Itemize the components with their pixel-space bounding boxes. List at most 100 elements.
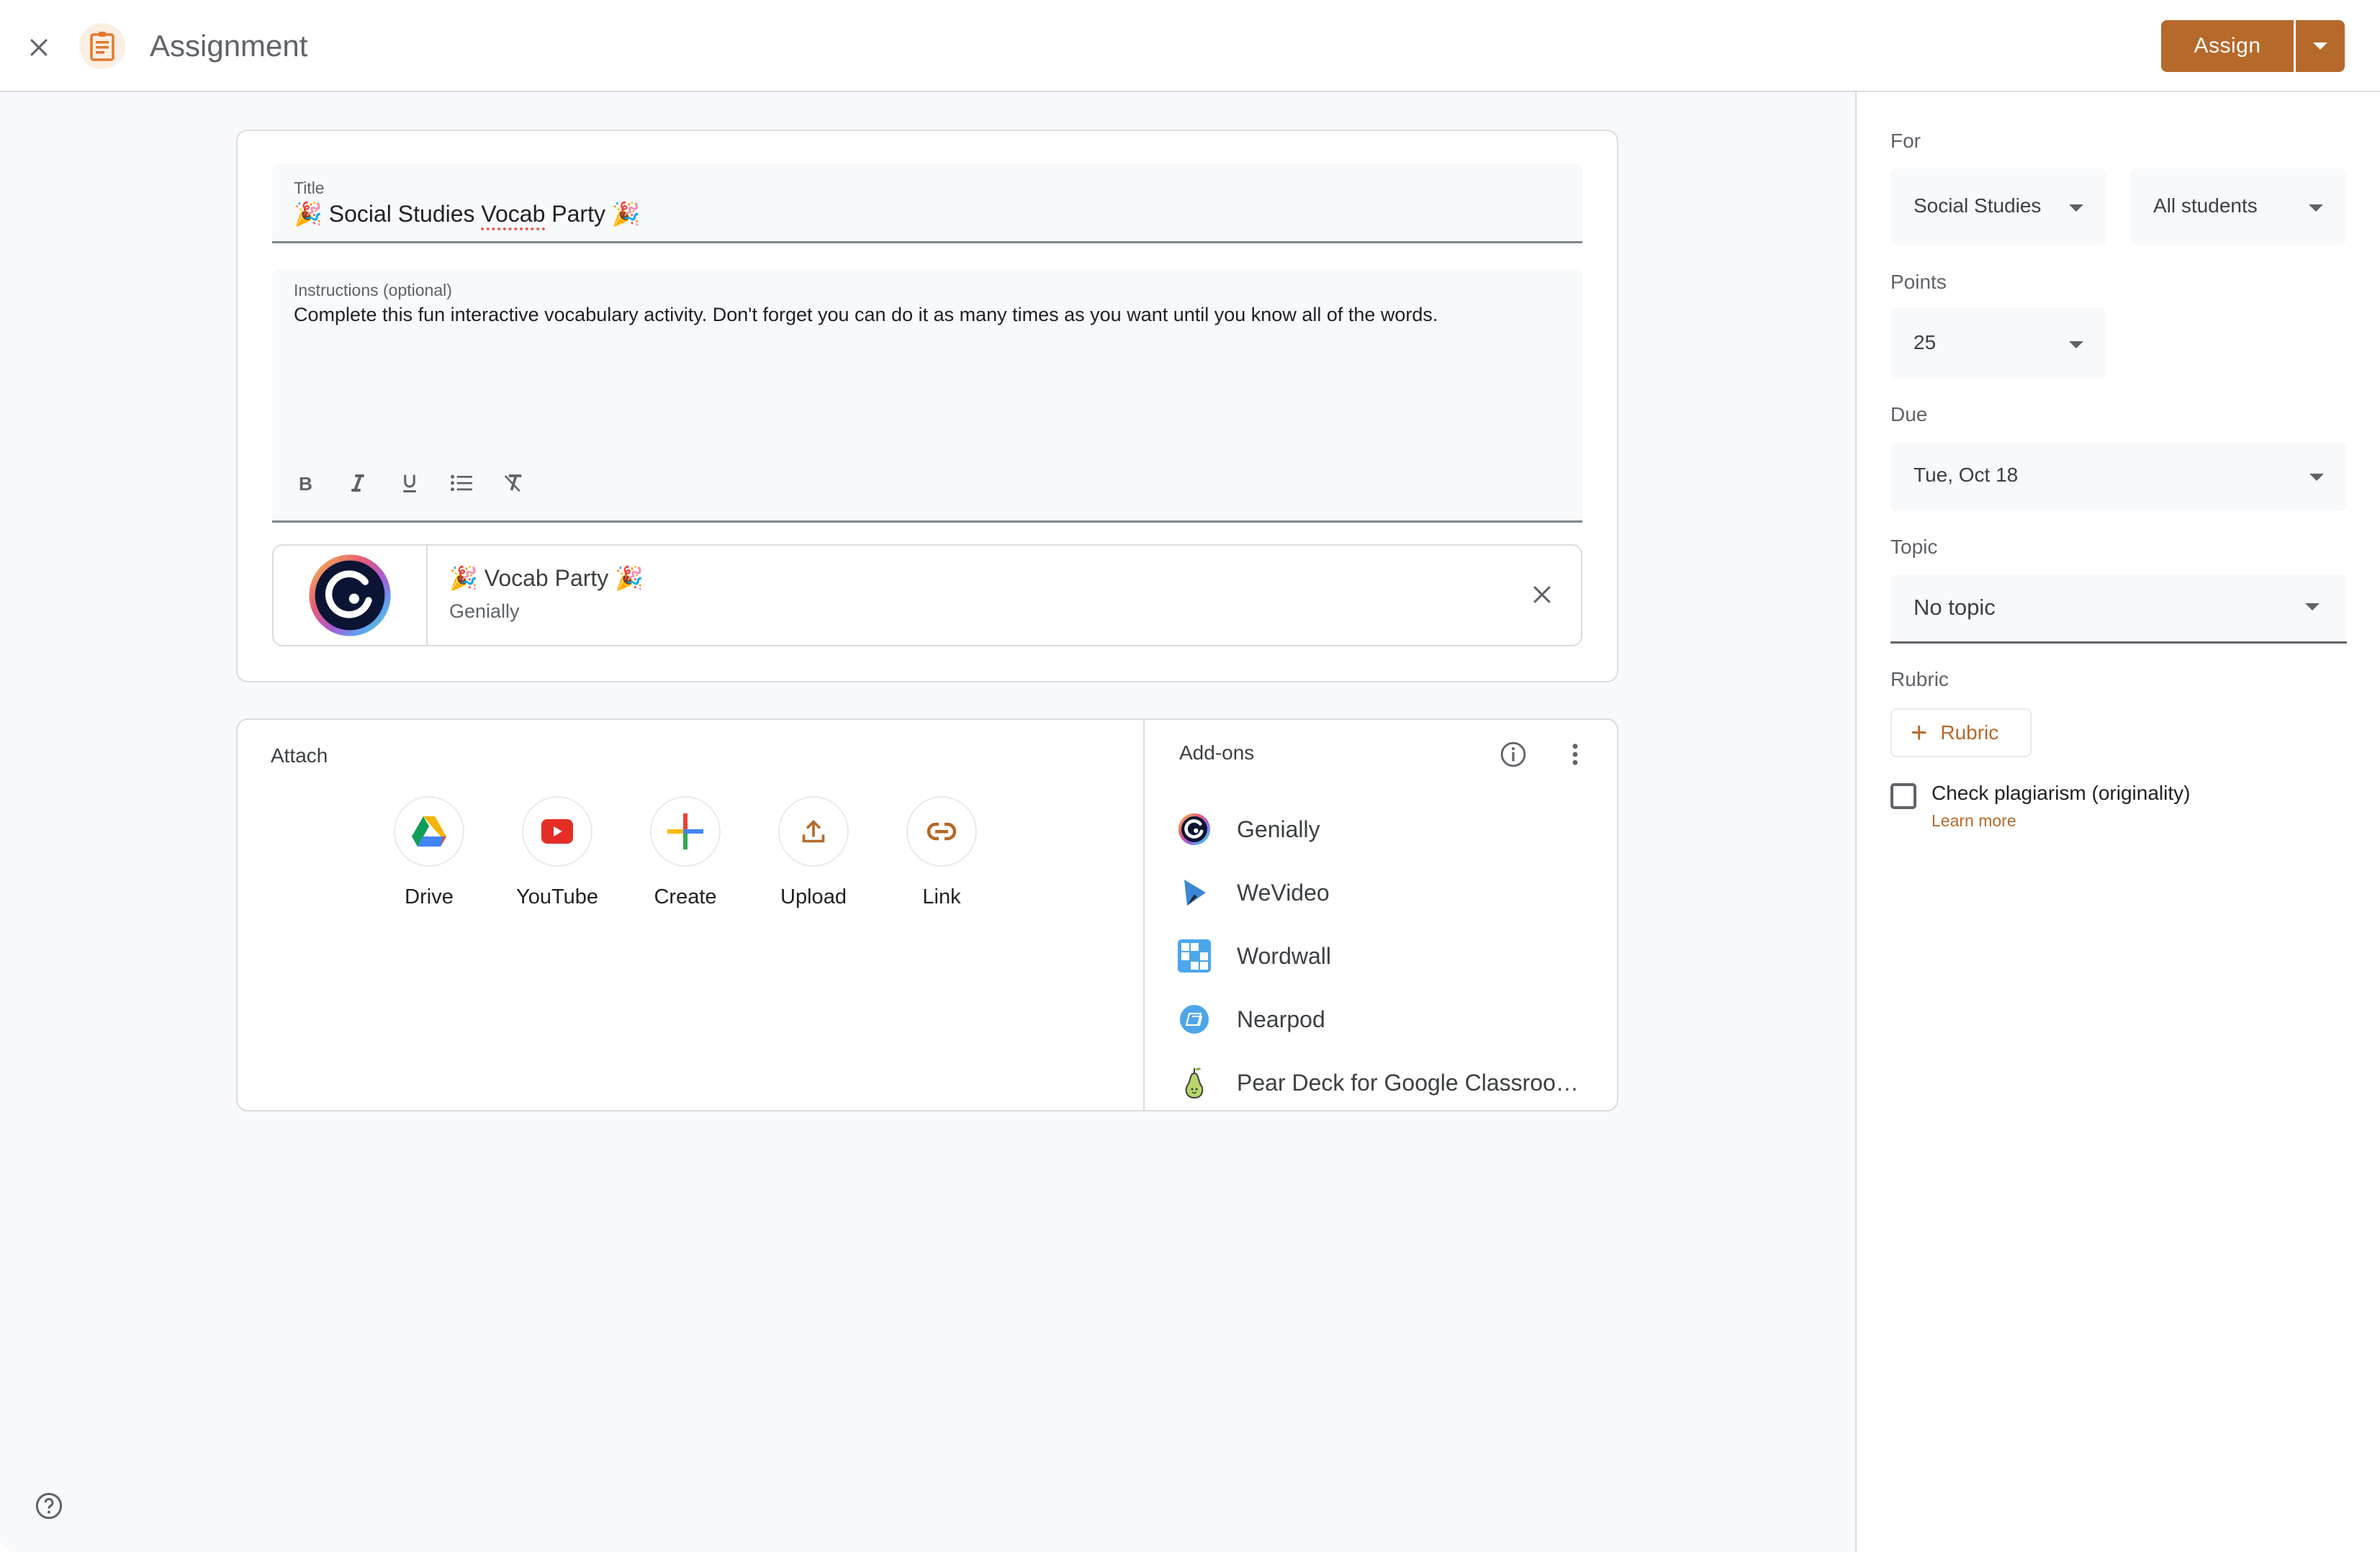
addon-nearpod-label: Nearpod bbox=[1237, 1006, 1325, 1032]
close-button[interactable] bbox=[20, 29, 58, 66]
caret-down-icon bbox=[2069, 341, 2083, 348]
addon-pear-deck-label: Pear Deck for Google Classroo… bbox=[1237, 1069, 1579, 1096]
students-select-value: All students bbox=[2153, 194, 2258, 217]
caret-down-icon bbox=[2309, 204, 2323, 212]
pear-deck-icon bbox=[1185, 1068, 1204, 1099]
attach-panel: Attach Drive YouTube Create Upload Link … bbox=[236, 718, 1618, 1111]
attach-drive-button[interactable]: Drive bbox=[393, 796, 465, 909]
title-text-end: Party 🎉 bbox=[545, 201, 641, 227]
addons-label: Add-ons bbox=[1179, 741, 1255, 764]
link-icon bbox=[927, 822, 957, 841]
addons-list: Genially WeVideo Wordwall Nearpod Pear D… bbox=[1176, 798, 1579, 1114]
svg-text:B: B bbox=[299, 473, 312, 494]
caret-down-icon bbox=[2313, 42, 2327, 50]
attach-link-button[interactable]: Link bbox=[906, 796, 978, 909]
plagiarism-checkbox[interactable] bbox=[1890, 783, 1916, 809]
remove-attachment-button[interactable] bbox=[1522, 574, 1562, 615]
bulleted-list-button[interactable] bbox=[441, 462, 482, 504]
attach-youtube-label: YouTube bbox=[516, 885, 598, 908]
points-select-value: 25 bbox=[1914, 331, 1937, 353]
addon-nearpod-icon-wrap bbox=[1176, 1001, 1212, 1037]
students-select[interactable]: All students bbox=[2130, 168, 2346, 245]
learn-more-link[interactable]: Learn more bbox=[1932, 811, 2016, 831]
attach-options: Drive YouTube Create Upload Link bbox=[393, 796, 978, 909]
class-select-value: Social Studies bbox=[1914, 194, 2042, 217]
help-button[interactable] bbox=[29, 1486, 69, 1526]
attach-create-label: Create bbox=[654, 885, 717, 908]
addon-wordwall-label: Wordwall bbox=[1237, 942, 1331, 969]
italic-icon bbox=[351, 474, 364, 492]
attach-upload-circle bbox=[778, 796, 849, 867]
for-label: For bbox=[1890, 130, 1921, 152]
wordwall-icon bbox=[1178, 939, 1211, 973]
addon-genially-icon-wrap bbox=[1176, 811, 1212, 847]
assign-button[interactable]: Assign bbox=[2161, 20, 2294, 72]
topic-select[interactable]: No topic bbox=[1890, 574, 2347, 644]
addon-nearpod[interactable]: Nearpod bbox=[1176, 988, 1579, 1051]
addons-info-button[interactable] bbox=[1495, 736, 1532, 773]
header-bar: Assignment Assign bbox=[0, 0, 2380, 92]
attach-youtube-button[interactable]: YouTube bbox=[516, 796, 598, 909]
points-label: Points bbox=[1890, 271, 1947, 293]
genially-logo-icon bbox=[309, 554, 391, 636]
addon-wordwall[interactable]: Wordwall bbox=[1176, 924, 1579, 988]
close-icon bbox=[1533, 586, 1551, 603]
instructions-input[interactable]: Complete this fun interactive vocabulary… bbox=[294, 304, 1438, 326]
due-date-select[interactable]: Tue, Oct 18 bbox=[1890, 442, 2347, 511]
bulleted-list-icon bbox=[451, 474, 472, 492]
addon-pear-deck-icon-wrap bbox=[1176, 1065, 1212, 1101]
addon-wordwall-icon-wrap bbox=[1176, 938, 1212, 974]
class-select[interactable]: Social Studies bbox=[1890, 168, 2106, 245]
addons-section: Add-ons Genially WeVideo Wordwall Nearpo… bbox=[1145, 720, 1617, 1110]
title-input[interactable]: 🎉 Social Studies Vocab Party 🎉 bbox=[294, 200, 641, 227]
addon-wevideo[interactable]: WeVideo bbox=[1176, 861, 1579, 924]
addon-pear-deck[interactable]: Pear Deck for Google Classroo… bbox=[1176, 1051, 1579, 1114]
instructions-field[interactable]: Instructions (optional) Complete this fu… bbox=[272, 269, 1582, 523]
attach-youtube-circle bbox=[522, 796, 592, 867]
add-rubric-label: Rubric bbox=[1940, 721, 1999, 744]
assignment-form-card: Title 🎉 Social Studies Vocab Party 🎉 Ins… bbox=[236, 130, 1618, 682]
attach-link-circle bbox=[906, 796, 977, 867]
instructions-label: Instructions (optional) bbox=[294, 281, 452, 299]
underline-button[interactable] bbox=[389, 462, 431, 504]
caret-down-icon bbox=[2069, 204, 2083, 212]
attach-create-button[interactable]: Create bbox=[649, 796, 721, 909]
assign-button-group: Assign bbox=[2161, 20, 2345, 72]
clear-formatting-icon bbox=[504, 474, 522, 492]
clear-formatting-button[interactable] bbox=[492, 462, 534, 504]
assign-options-button[interactable] bbox=[2296, 20, 2345, 72]
plus-icon: + bbox=[1911, 717, 1928, 749]
genially-icon bbox=[1178, 813, 1211, 846]
upload-icon bbox=[802, 819, 825, 843]
topic-select-value: No topic bbox=[1914, 595, 1996, 620]
bold-icon: B bbox=[299, 473, 312, 494]
title-label: Title bbox=[294, 179, 325, 197]
attachment-title[interactable]: 🎉 Vocab Party 🎉 bbox=[449, 564, 644, 592]
caret-down-icon bbox=[2309, 474, 2324, 481]
plagiarism-label: Check plagiarism (originality) bbox=[1932, 782, 2191, 804]
addon-wevideo-icon-wrap bbox=[1176, 875, 1212, 911]
attach-upload-label: Upload bbox=[780, 885, 847, 908]
title-field[interactable]: Title 🎉 Social Studies Vocab Party 🎉 bbox=[272, 164, 1582, 243]
addon-genially[interactable]: Genially bbox=[1176, 798, 1579, 861]
youtube-icon bbox=[541, 819, 573, 844]
caret-down-icon bbox=[2305, 603, 2320, 610]
attachment-thumbnail bbox=[274, 546, 428, 645]
add-rubric-button[interactable]: + Rubric bbox=[1890, 708, 2032, 757]
addon-genially-label: Genially bbox=[1237, 816, 1320, 842]
points-select[interactable]: 25 bbox=[1890, 308, 2106, 379]
clipboard-icon bbox=[90, 32, 114, 61]
google-drive-icon bbox=[412, 816, 446, 847]
attachment-card[interactable]: 🎉 Vocab Party 🎉 Genially bbox=[272, 544, 1582, 646]
attach-label: Attach bbox=[271, 744, 328, 767]
rubric-label: Rubric bbox=[1890, 668, 1949, 690]
addon-wevideo-label: WeVideo bbox=[1237, 879, 1330, 906]
topic-label: Topic bbox=[1890, 536, 1938, 558]
addons-more-button[interactable] bbox=[1556, 736, 1594, 773]
attach-drive-label: Drive bbox=[405, 885, 454, 908]
italic-button[interactable] bbox=[337, 462, 379, 504]
create-plus-icon bbox=[667, 813, 703, 849]
bold-button[interactable]: B bbox=[285, 462, 327, 504]
attach-upload-button[interactable]: Upload bbox=[777, 796, 849, 909]
underline-icon bbox=[403, 474, 416, 492]
